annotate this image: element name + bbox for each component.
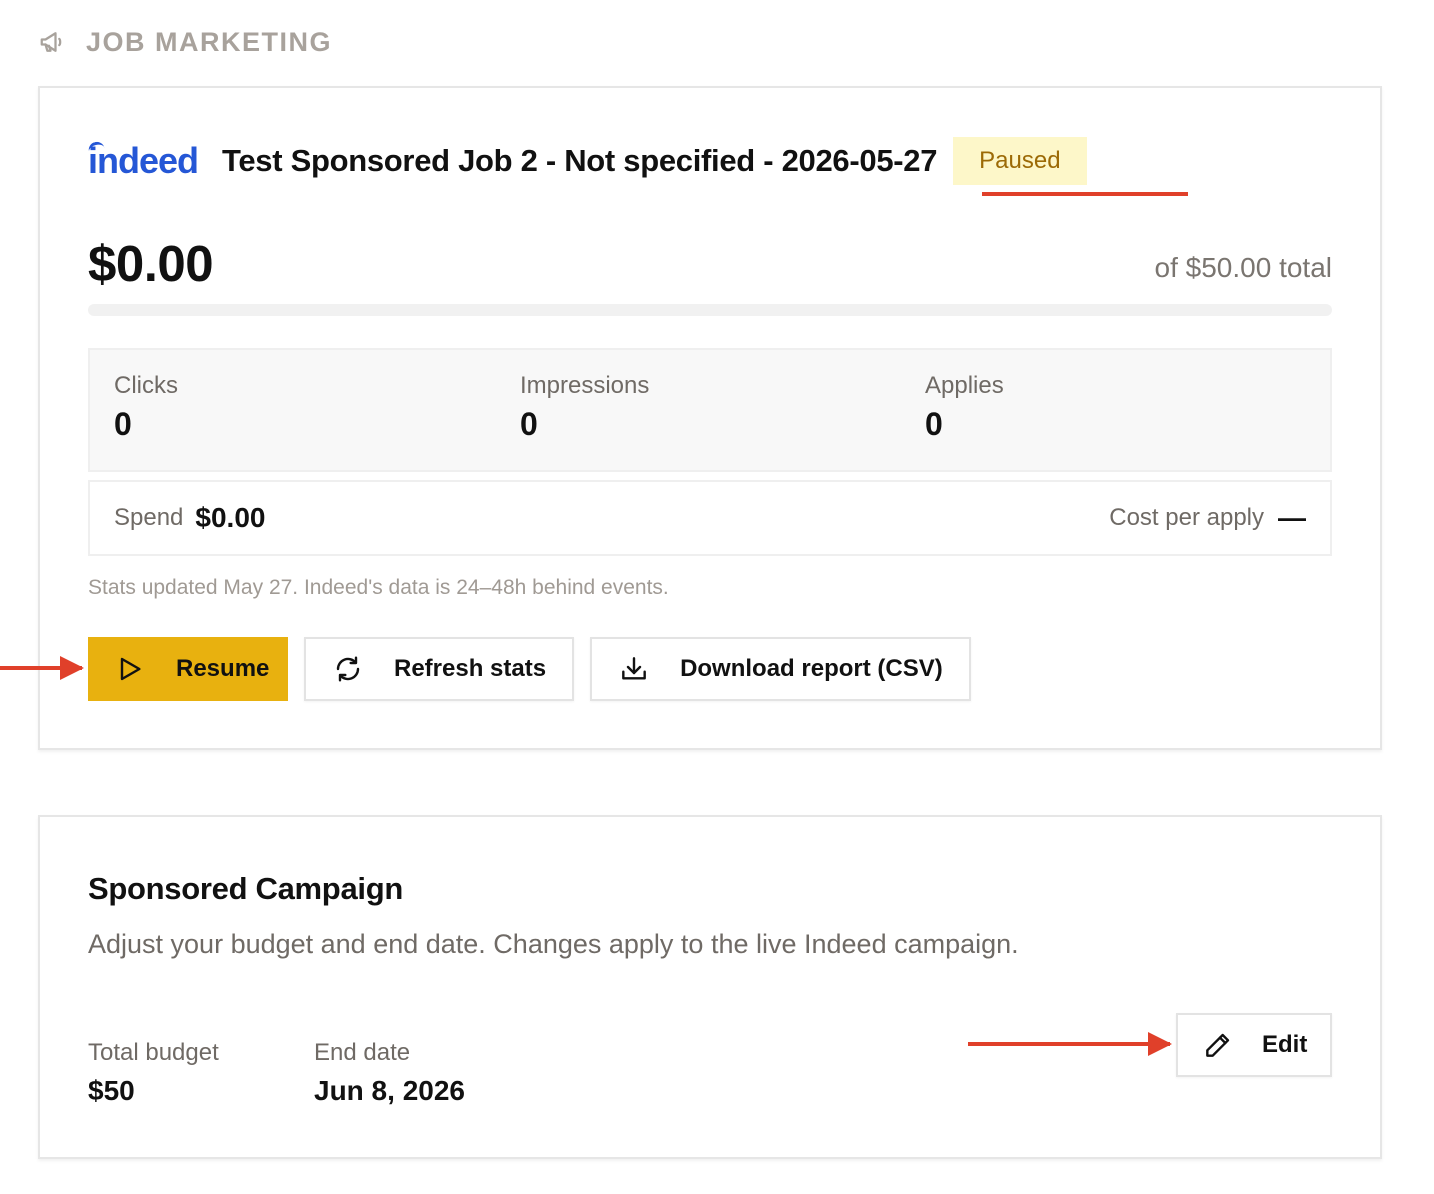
spend-amount: $0.00 (88, 235, 214, 292)
campaign-title-row: indeed Test Sponsored Job 2 - Not specif… (86, 136, 1087, 186)
megaphone-icon (40, 32, 62, 52)
field-value: Jun 8, 2026 (314, 1075, 465, 1106)
stats-box: Clicks 0 Impressions 0 Applies 0 (88, 348, 1332, 472)
stat-clicks: Clicks 0 (114, 372, 178, 443)
stat-value: 0 (114, 406, 132, 442)
edit-button[interactable]: Edit (1176, 1013, 1332, 1077)
stat-label: Impressions (520, 372, 650, 399)
stat-applies: Applies 0 (925, 372, 1004, 443)
status-badge: Paused (953, 137, 1087, 185)
sponsored-campaign-description: Adjust your budget and end date. Changes… (88, 929, 1019, 959)
field-label: End date (314, 1039, 411, 1066)
edit-label: Edit (1262, 1031, 1308, 1058)
stats-note: Stats updated May 27. Indeed's data is 2… (88, 576, 669, 599)
budget-progress-bar (88, 304, 1332, 316)
cpa-value: — (1278, 502, 1306, 533)
campaign-actions: Resume Refresh stats Download report (CS… (88, 637, 971, 701)
section-header: JOB MARKETING (38, 24, 332, 60)
sponsored-campaign-card: Sponsored Campaign Adjust your budget an… (38, 815, 1382, 1159)
resume-label: Resume (176, 655, 270, 682)
stat-impressions: Impressions 0 (520, 372, 649, 443)
field-value: $50 (88, 1075, 135, 1106)
refresh-stats-button[interactable]: Refresh stats (304, 637, 575, 701)
pencil-icon (1206, 1033, 1230, 1057)
end-date-field: End date Jun 8, 2026 (314, 1039, 465, 1107)
annotation-arrow-edit (968, 1032, 1172, 1056)
refresh-icon (336, 656, 360, 682)
spend-label: Spend (114, 504, 184, 531)
stat-value: 0 (925, 406, 943, 442)
download-report-button[interactable]: Download report (CSV) (590, 637, 971, 701)
download-icon (622, 657, 646, 680)
budget-total: of $50.00 total (1154, 252, 1332, 283)
job-title: Test Sponsored Job 2 - Not specified - 2… (222, 143, 938, 178)
total-budget-field: Total budget $50 (88, 1039, 219, 1107)
sponsored-campaign-title: Sponsored Campaign (88, 871, 403, 906)
stat-value: 0 (520, 406, 538, 442)
spend-value: $0.00 (195, 502, 266, 533)
field-label: Total budget (88, 1039, 219, 1066)
annotation-arrow-resume (0, 656, 84, 680)
indeed-logo: indeed (86, 140, 199, 181)
campaign-status-card: indeed Test Sponsored Job 2 - Not specif… (38, 86, 1382, 750)
resume-button[interactable]: Resume (88, 637, 288, 701)
refresh-stats-label: Refresh stats (394, 655, 547, 682)
play-icon (120, 657, 141, 681)
annotation-underline (982, 192, 1188, 196)
stat-label: Applies (925, 372, 1004, 399)
stat-label: Clicks (114, 372, 178, 399)
download-report-label: Download report (CSV) (680, 655, 943, 682)
section-title: JOB MARKETING (86, 26, 333, 57)
spend-row: Spend $0.00 Cost per apply — (88, 480, 1332, 556)
cost-per-apply: Cost per apply — (1109, 502, 1306, 534)
cpa-label: Cost per apply (1109, 504, 1264, 531)
